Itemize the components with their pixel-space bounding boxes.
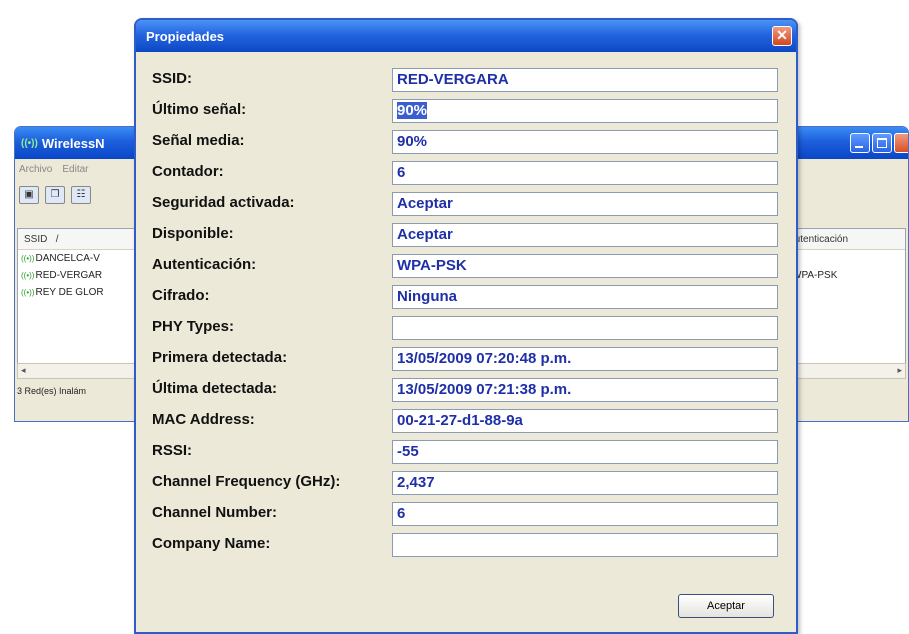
property-value-field[interactable]: 13/05/2009 07:21:38 p.m.	[392, 378, 778, 402]
property-label: SSID:	[152, 70, 193, 87]
minimize-button[interactable]	[850, 133, 870, 153]
property-label: MAC Address:	[152, 411, 255, 428]
dialog-title-bar[interactable]: Propiedades ✕	[136, 20, 796, 52]
property-label: Señal media:	[152, 132, 245, 149]
property-value-field[interactable]: Aceptar	[392, 223, 778, 247]
status-text: 3 Red(es) Inalám	[17, 386, 87, 396]
property-value-field[interactable]: 90%	[392, 99, 778, 123]
property-value-field[interactable]: WPA-PSK	[392, 254, 778, 278]
row-ssid: RED-VERGAR	[35, 270, 103, 281]
copy-icon[interactable]: ❐	[45, 186, 65, 204]
window-controls	[850, 133, 908, 153]
property-label: PHY Types:	[152, 318, 234, 335]
main-window-title: WirelessN	[41, 135, 105, 151]
property-value-field[interactable]: Aceptar	[392, 192, 778, 216]
property-label: Channel Frequency (GHz):	[152, 473, 341, 490]
property-label: Último señal:	[152, 101, 247, 118]
row-ssid: REY DE GLOR	[35, 287, 104, 298]
property-value-field[interactable]: Ninguna	[392, 285, 778, 309]
property-label: Contador:	[152, 163, 224, 180]
dialog-close-button[interactable]: ✕	[772, 26, 792, 46]
property-value-field[interactable]: 2,437	[392, 471, 778, 495]
wifi-signal-icon: ((•))	[21, 271, 35, 280]
property-value-field[interactable]: RED-VERGARA	[392, 68, 778, 92]
close-button[interactable]	[894, 133, 908, 153]
wifi-signal-icon: ((•))	[21, 137, 38, 149]
column-header-ssid[interactable]: SSID /	[18, 234, 128, 245]
ok-button[interactable]: Aceptar	[678, 594, 774, 618]
property-label: Cifrado:	[152, 287, 210, 304]
property-label: Primera detectada:	[152, 349, 288, 366]
property-value-field[interactable]: 6	[392, 161, 778, 185]
property-value-field[interactable]	[392, 316, 778, 340]
scroll-right-icon[interactable]: ▸	[897, 365, 902, 376]
property-value-field[interactable]: 13/05/2009 07:20:48 p.m.	[392, 347, 778, 371]
scroll-left-icon[interactable]: ◂	[21, 365, 26, 376]
properties-icon[interactable]: ☷	[71, 186, 91, 204]
close-icon: ✕	[776, 27, 788, 43]
property-label: RSSI:	[152, 442, 193, 459]
properties-dialog: Propiedades ✕ SSID: RED-VERGARA Último señ…	[134, 18, 798, 634]
dialog-title: Propiedades	[146, 28, 225, 44]
maximize-button[interactable]	[872, 133, 892, 153]
property-value-field[interactable]: -55	[392, 440, 778, 464]
property-value-field[interactable]: 6	[392, 502, 778, 526]
property-label: Autenticación:	[152, 256, 257, 273]
wifi-signal-icon: ((•))	[21, 254, 35, 263]
property-label: Disponible:	[152, 225, 234, 242]
property-label: Channel Number:	[152, 504, 278, 521]
property-label: Company Name:	[152, 535, 271, 552]
selected-text: 90%	[397, 102, 428, 119]
menu-editar[interactable]: Editar	[62, 164, 88, 175]
property-label: Seguridad activada:	[152, 194, 295, 211]
property-label: Última detectada:	[152, 380, 278, 397]
property-value-field[interactable]: 00-21-27-d1-88-9a	[392, 409, 778, 433]
property-value-field[interactable]: 90%	[392, 130, 778, 154]
wifi-signal-icon: ((•))	[21, 288, 35, 297]
save-icon[interactable]: ▣	[19, 186, 39, 204]
row-ssid: DANCELCA-V	[35, 253, 100, 264]
menu-archivo[interactable]: Archivo	[19, 164, 52, 175]
row-auth: WPA-PSK	[792, 270, 838, 281]
property-value-field[interactable]	[392, 533, 778, 557]
